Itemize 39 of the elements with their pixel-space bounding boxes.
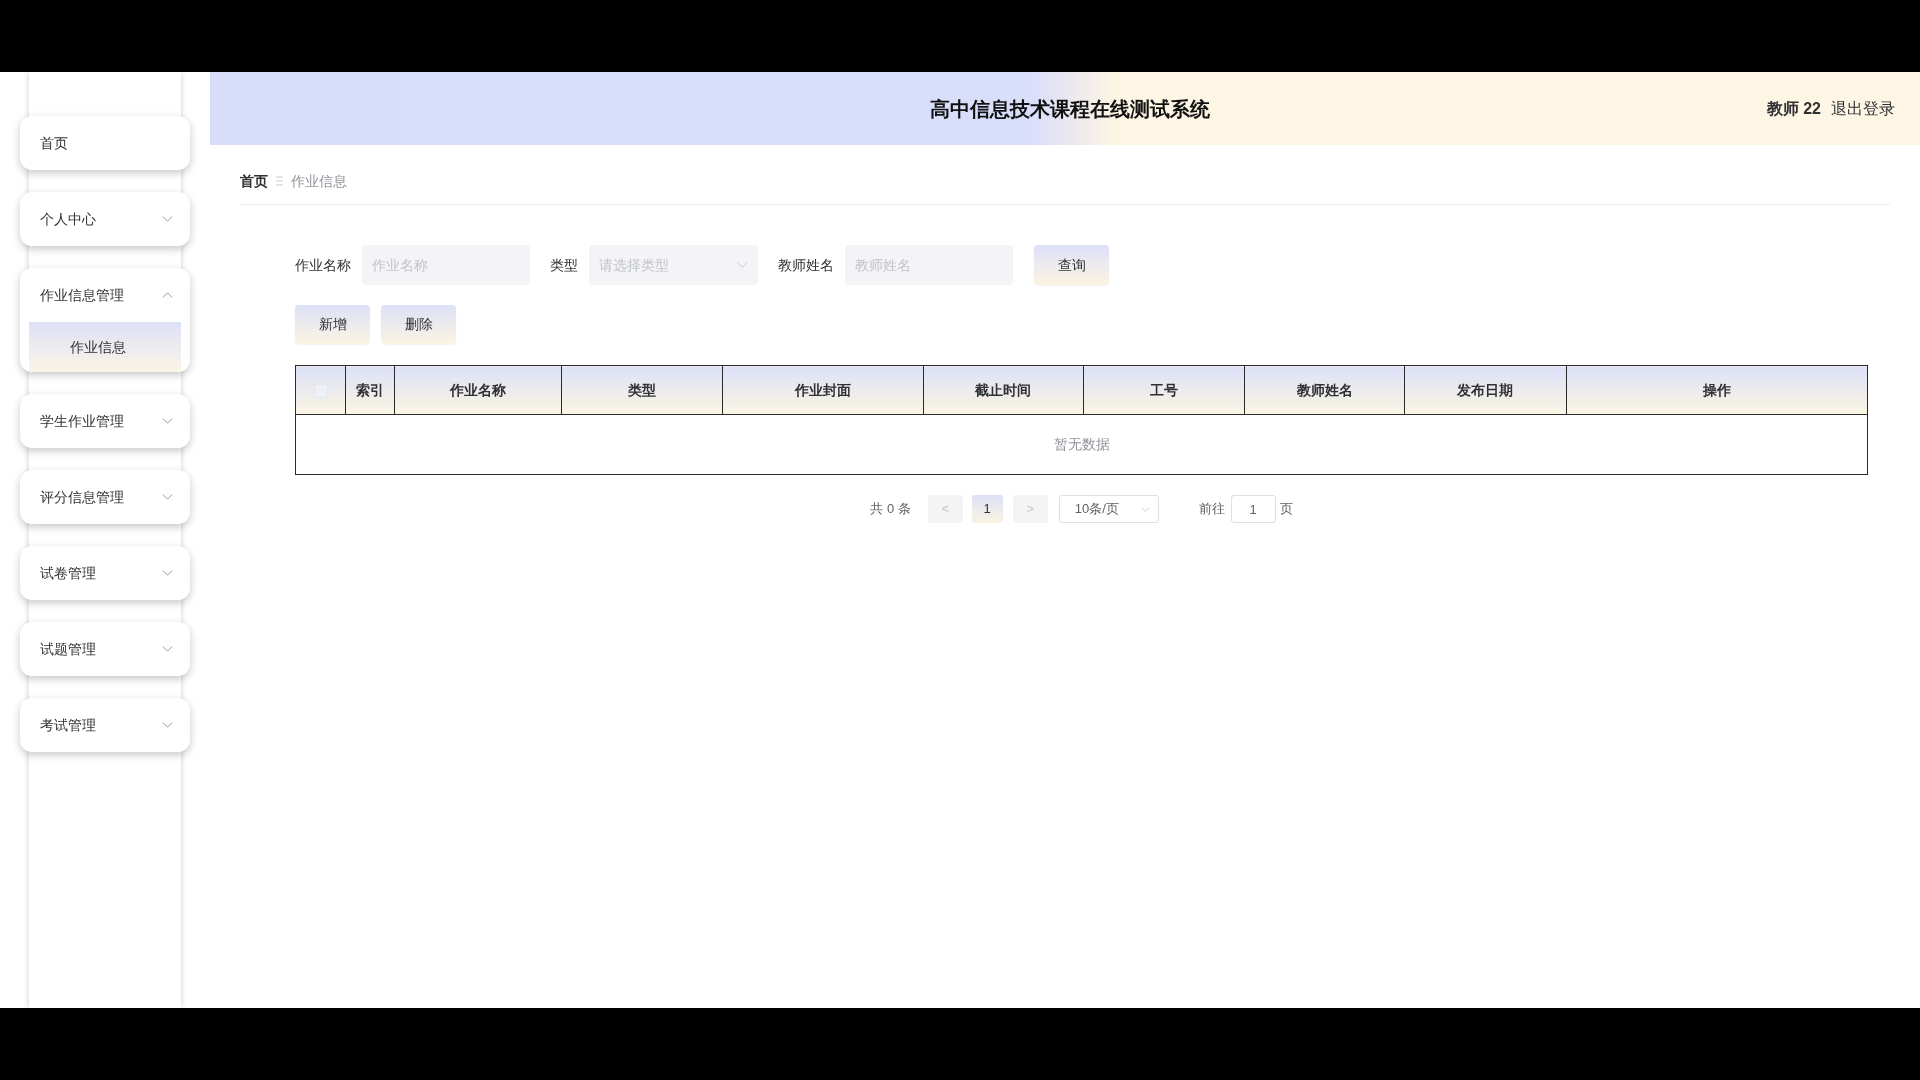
menu-item[interactable]: 个人中心 [20,192,190,246]
page-number[interactable]: 1 [971,495,1003,523]
menu-item[interactable]: 首页 [20,116,190,170]
column-header: 教师姓名 [1244,365,1405,415]
field-label: 类型 [550,255,578,275]
separator-icon [276,176,283,186]
breadcrumb-current: 作业信息 [291,172,347,191]
page-size-select[interactable]: 10条/页 [1058,495,1159,523]
page-suffix: 页 [1279,500,1293,519]
menu-item[interactable]: 作业信息管理 [20,268,190,322]
breadcrumb-link[interactable]: 首页 [240,171,268,191]
field-label: 作业名称 [295,255,351,275]
chevron-down-icon [1140,506,1150,512]
total-count: 共 0 条 [870,500,911,519]
column-header: 作业名称 [394,365,562,415]
field-label: 教师姓名 [778,255,834,275]
column-header: 工号 [1083,365,1245,415]
column-header: 发布日期 [1404,365,1567,415]
menu-item[interactable]: 试卷管理 [20,546,190,600]
column-header: 类型 [561,365,722,415]
search-button[interactable]: 查询 [1034,245,1109,285]
logout-link[interactable]: 退出登录 [1831,96,1895,121]
submenu-item[interactable]: 作业信息 [29,322,181,372]
action-button[interactable]: 删除 [381,305,456,344]
goto-label: 前往 [1198,500,1225,519]
app-title: 高中信息技术课程在线测试系统 [930,96,1210,122]
column-header: 操作 [1566,365,1868,415]
menu-item[interactable]: 试题管理 [20,622,190,676]
column-header: 截止时间 [923,365,1084,415]
menu-item[interactable]: 考试管理 [20,698,190,752]
menu-item[interactable]: 学生作业管理 [20,394,190,448]
column-header: 作业封面 [722,365,924,415]
chevron-down-icon [737,262,748,268]
action-button[interactable]: 新增 [295,305,370,344]
page-input[interactable]: 1 [1230,495,1276,523]
column-header: 索引 [345,365,395,415]
user-label: 教师 22 [1766,98,1821,119]
menu-item[interactable]: 评分信息管理 [20,470,190,524]
empty-message: 暂无数据 [1053,436,1110,452]
